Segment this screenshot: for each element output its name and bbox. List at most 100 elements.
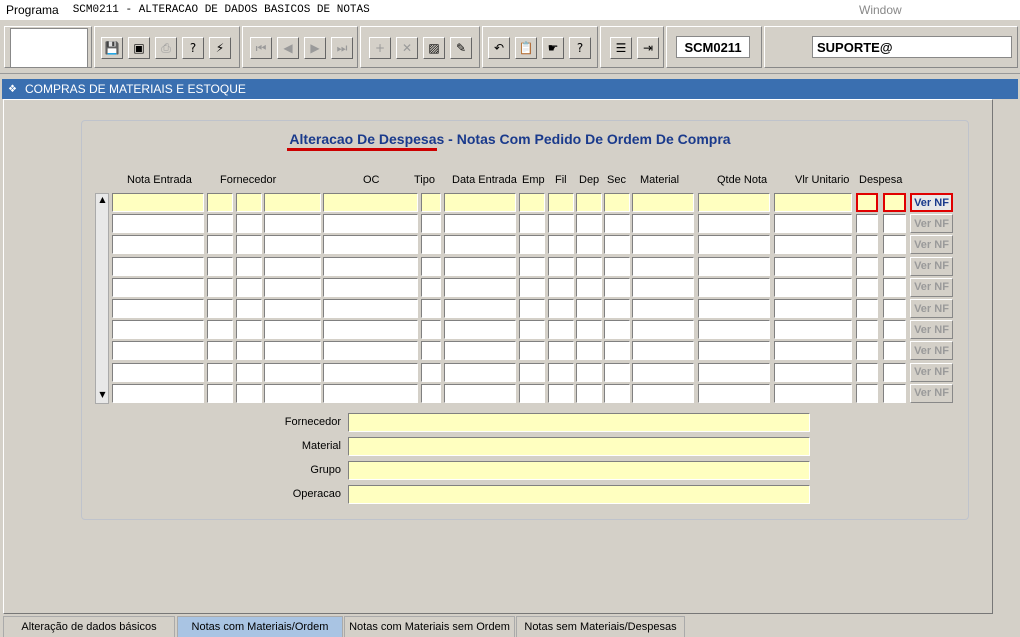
grid-cell[interactable] [112,320,204,340]
grid-cell[interactable] [698,214,770,234]
grid-cell[interactable] [421,299,441,318]
tab-0[interactable]: Alteração de dados básicos [3,616,175,637]
grid-cell[interactable] [698,299,770,318]
grid-cell[interactable] [444,214,516,234]
grid-cell[interactable] [774,299,852,318]
grid-cell[interactable] [604,383,630,403]
grid-cell[interactable] [444,256,516,276]
ver-nf-button[interactable]: Ver NF [910,214,953,234]
grid-cell[interactable] [323,320,418,340]
screen-icon[interactable]: ▣ [128,37,150,59]
grid-cell[interactable] [632,383,694,403]
grid-cell[interactable] [774,383,852,403]
grid-cell[interactable] [576,362,602,382]
grid-cell[interactable] [774,277,852,297]
print-icon[interactable]: ⎙ [155,37,177,59]
grid-cell[interactable] [323,383,418,403]
grid-cell[interactable] [323,299,418,318]
grid-cell[interactable] [856,256,878,276]
ver-nf-button[interactable]: Ver NF [910,193,953,212]
grid-cell[interactable] [323,193,418,212]
menu-icon[interactable]: ☰ [610,37,632,59]
grid-cell[interactable] [264,320,321,340]
grid-cell[interactable] [112,193,204,212]
grid-scrollbar[interactable]: ▲ ▼ [95,193,109,404]
grid-cell[interactable] [632,320,694,340]
grid-cell[interactable] [323,362,418,382]
grid-cell[interactable] [698,277,770,297]
grid-cell[interactable] [856,299,878,318]
ver-nf-button[interactable]: Ver NF [910,383,953,403]
menu-window[interactable]: Window [853,3,908,17]
grid-cell[interactable] [236,383,262,403]
grid-cell[interactable] [774,214,852,234]
grid-cell[interactable] [236,277,262,297]
edit-icon[interactable]: ✎ [450,37,472,59]
grid-cell[interactable] [698,256,770,276]
grid-cell[interactable] [264,299,321,318]
grid-cell[interactable] [519,383,545,403]
grid-cell[interactable] [421,320,441,340]
field-fornecedor[interactable] [348,413,810,432]
exit-icon[interactable]: ⇥ [637,37,659,59]
grid-cell[interactable] [444,235,516,255]
grid-cell[interactable] [883,277,906,297]
grid-cell[interactable] [698,362,770,382]
grid-cell[interactable] [883,235,906,255]
grid-cell[interactable] [632,299,694,318]
grid-cell[interactable] [207,383,233,403]
grid-cell[interactable] [444,341,516,361]
grid-cell[interactable] [856,383,878,403]
grid-cell[interactable] [576,299,602,318]
save-icon[interactable]: 💾 [101,37,123,59]
grid-cell[interactable] [883,320,906,340]
grid-cell[interactable] [856,214,878,234]
grid-cell[interactable] [421,383,441,403]
grid-cell[interactable] [323,277,418,297]
grid-cell[interactable] [856,341,878,361]
grid-cell[interactable] [548,193,574,212]
grid-cell[interactable] [774,256,852,276]
grid-cell[interactable] [883,341,906,361]
grid-cell[interactable] [519,193,545,212]
grid-cell[interactable] [112,256,204,276]
tab-3[interactable]: Notas sem Materiais/Despesas [516,616,685,637]
grid-cell[interactable] [112,299,204,318]
grid-cell[interactable] [236,320,262,340]
grid-cell[interactable] [632,341,694,361]
grid-cell[interactable] [264,277,321,297]
grid-cell[interactable] [698,383,770,403]
grid-cell[interactable] [112,214,204,234]
grid-cell[interactable] [421,341,441,361]
menu-programa[interactable]: Programa [0,3,65,17]
tab-2[interactable]: Notas com Materiais sem Ordem [344,616,515,637]
grid-cell[interactable] [883,193,906,212]
grid-cell[interactable] [856,277,878,297]
execute-query-icon[interactable]: ⚡ [209,37,231,59]
grid-cell[interactable] [548,214,574,234]
grid-cell[interactable] [548,235,574,255]
grid-cell[interactable] [207,277,233,297]
grid-cell[interactable] [632,214,694,234]
grid-cell[interactable] [112,277,204,297]
grid-cell[interactable] [883,214,906,234]
grid-cell[interactable] [519,235,545,255]
last-record-icon[interactable]: ⏭ [331,37,353,59]
grid-cell[interactable] [883,299,906,318]
grid-cell[interactable] [236,193,262,212]
ver-nf-button[interactable]: Ver NF [910,235,953,255]
grid-cell[interactable] [698,235,770,255]
undo-icon[interactable]: ↶ [488,37,510,59]
grid-cell[interactable] [236,235,262,255]
grid-cell[interactable] [604,214,630,234]
grid-cell[interactable] [548,320,574,340]
grid-cell[interactable] [576,320,602,340]
grid-cell[interactable] [604,320,630,340]
grid-cell[interactable] [207,299,233,318]
grid-cell[interactable] [856,193,878,212]
grid-cell[interactable] [604,341,630,361]
grid-cell[interactable] [604,256,630,276]
grid-cell[interactable] [264,341,321,361]
field-grupo[interactable] [348,461,810,480]
grid-cell[interactable] [421,277,441,297]
